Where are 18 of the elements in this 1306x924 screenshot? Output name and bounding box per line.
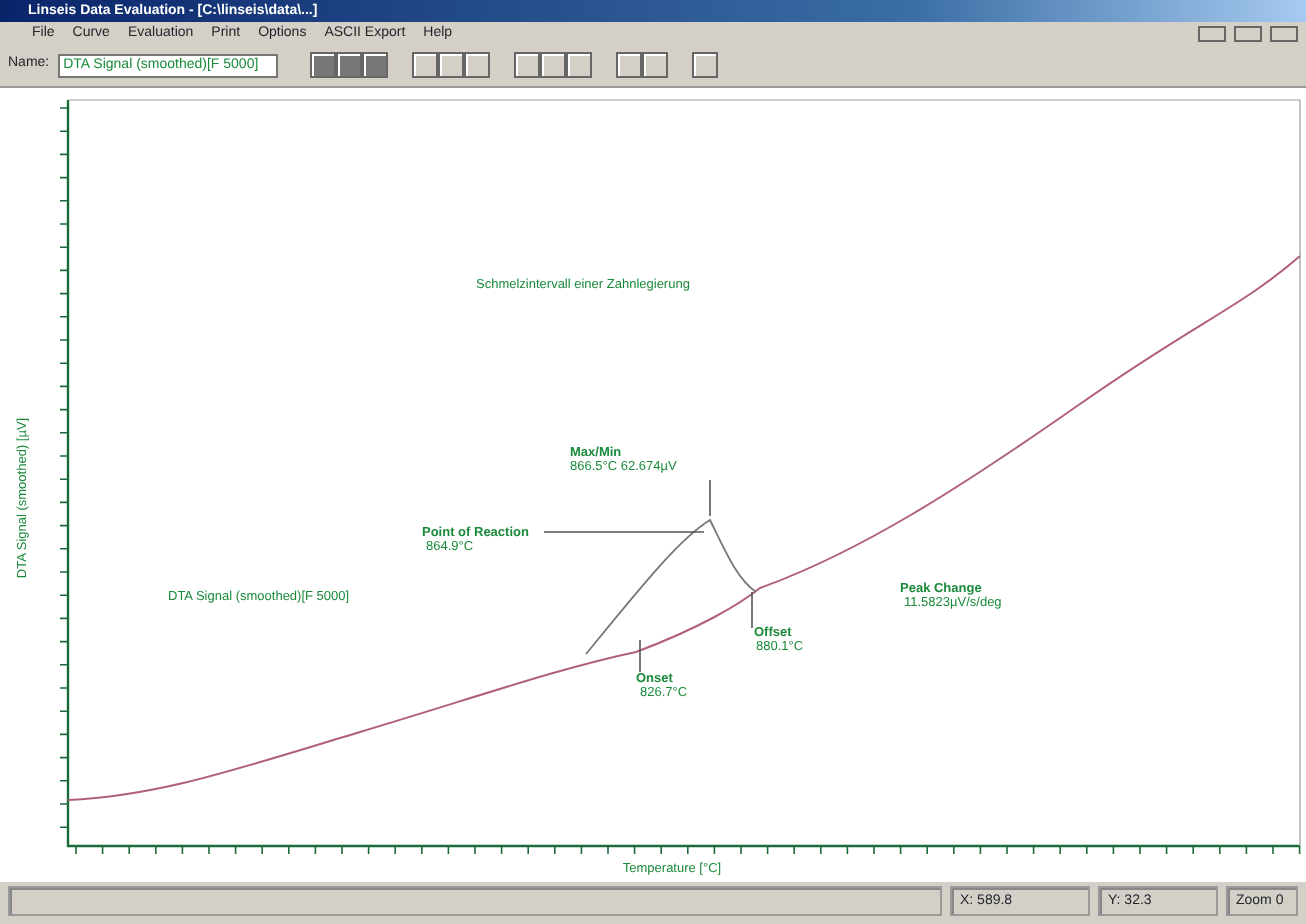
toolbar-button[interactable] xyxy=(335,52,362,78)
toolbar-button[interactable] xyxy=(641,52,668,78)
toolbar-button[interactable] xyxy=(361,52,388,78)
toolbar-button[interactable] xyxy=(691,52,718,78)
toolbar-button[interactable] xyxy=(463,52,490,78)
leader-line xyxy=(639,639,641,673)
leader-line xyxy=(709,479,711,517)
toolbar-button[interactable] xyxy=(565,52,592,78)
leader-line xyxy=(751,591,753,629)
toolbar-button[interactable] xyxy=(513,52,540,78)
toolbar-button[interactable] xyxy=(615,52,642,78)
toolbar-button[interactable] xyxy=(411,52,438,78)
toolbar-button[interactable] xyxy=(309,52,336,78)
minimize-button[interactable] xyxy=(1198,25,1226,41)
toolbar-button[interactable] xyxy=(539,52,566,78)
close-button[interactable] xyxy=(1270,25,1298,41)
restore-button[interactable] xyxy=(1234,25,1262,41)
toolbar-button[interactable] xyxy=(437,52,464,78)
